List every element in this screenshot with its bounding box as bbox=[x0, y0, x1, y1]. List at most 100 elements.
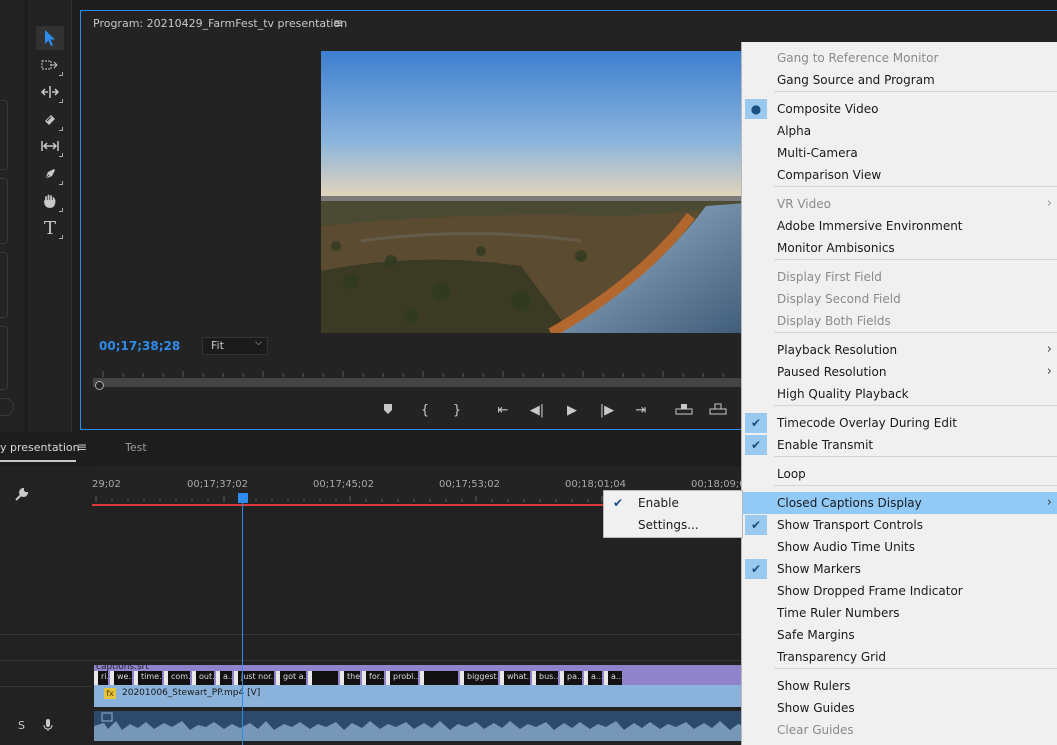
tab-test-sequence[interactable]: Test bbox=[125, 441, 147, 454]
microphone-icon[interactable] bbox=[43, 718, 53, 735]
checkmark-icon: ✔ bbox=[612, 496, 624, 510]
caption-chip[interactable]: com... bbox=[164, 671, 190, 685]
captions-track[interactable]: captions.srt ri... we... time... com... … bbox=[94, 662, 745, 685]
audio-clip[interactable] bbox=[94, 711, 745, 741]
menu-separator bbox=[774, 456, 1057, 457]
caption-chip[interactable]: ri... bbox=[94, 671, 108, 685]
ripple-edit-tool-icon[interactable] bbox=[36, 80, 64, 104]
menu-item-playback-resolution[interactable]: Playback Resolution › bbox=[742, 339, 1057, 361]
menu-item-gang-source-and-program[interactable]: Gang Source and Program bbox=[742, 69, 1057, 91]
caption-chip[interactable]: just nor... bbox=[234, 671, 274, 685]
track-divider bbox=[0, 634, 92, 635]
timeline-playhead-line[interactable] bbox=[242, 496, 243, 745]
hand-tool-icon[interactable] bbox=[36, 189, 64, 213]
type-tool-icon[interactable]: T bbox=[36, 216, 64, 240]
ruler-label: 00;18;01;04 bbox=[565, 479, 627, 490]
go-to-out-icon[interactable]: ⇥ bbox=[631, 403, 651, 418]
menu-item-label: Show Transport Controls bbox=[777, 518, 923, 532]
caption-chip[interactable]: a... bbox=[604, 671, 622, 685]
monitor-time-ruler[interactable] bbox=[93, 367, 753, 388]
track-divider bbox=[0, 660, 92, 661]
zoom-level-value: Fit bbox=[211, 339, 224, 352]
caption-chip[interactable]: bus... bbox=[532, 671, 558, 685]
caption-chip[interactable]: got a... bbox=[276, 671, 306, 685]
panel-menu-icon[interactable]: ≡ bbox=[333, 16, 343, 30]
track-select-tool-icon[interactable] bbox=[36, 53, 64, 77]
solo-button[interactable]: S bbox=[18, 719, 25, 732]
caption-chip[interactable]: a... bbox=[584, 671, 602, 685]
menu-item-label: Multi-Camera bbox=[777, 146, 858, 160]
menu-item-show-dropped-frame-indicator[interactable]: Show Dropped Frame Indicator bbox=[742, 580, 1057, 602]
video-clip[interactable]: fx 20201006_Stewart_PP.mp4 [V] bbox=[94, 685, 745, 707]
caption-chip[interactable]: pa... bbox=[560, 671, 582, 685]
menu-item-composite-video[interactable]: ● Composite Video bbox=[742, 98, 1057, 120]
left-panel-edge bbox=[0, 0, 24, 432]
razor-tool-icon[interactable] bbox=[36, 108, 64, 132]
menu-separator bbox=[774, 332, 1057, 333]
slip-tool-icon[interactable] bbox=[36, 134, 64, 158]
menu-item-enable-transmit[interactable]: ✔ Enable Transmit bbox=[742, 434, 1057, 456]
menu-item-alpha[interactable]: Alpha bbox=[742, 120, 1057, 142]
menu-item-adobe-immersive-environment[interactable]: Adobe Immersive Environment bbox=[742, 215, 1057, 237]
caption-chip[interactable] bbox=[420, 671, 458, 685]
menu-item-closed-captions-display[interactable]: Closed Captions Display › bbox=[742, 492, 1057, 514]
play-icon[interactable]: ▶ bbox=[562, 403, 582, 418]
step-back-icon[interactable]: ◀| bbox=[527, 403, 547, 418]
caption-chips: ri... we... time... com... out... a... j… bbox=[94, 671, 745, 685]
mark-in-icon[interactable]: { bbox=[415, 403, 435, 418]
zoom-level-select[interactable]: Fit ⌵ bbox=[202, 337, 268, 355]
menu-item-clear-guides: Clear Guides bbox=[742, 719, 1057, 741]
caption-chip[interactable]: biggest... bbox=[460, 671, 498, 685]
playhead-timecode[interactable]: 00;17;38;28 bbox=[99, 339, 180, 353]
step-forward-icon[interactable]: |▶ bbox=[597, 403, 617, 418]
caption-chip[interactable]: the... bbox=[340, 671, 360, 685]
selection-tool-icon[interactable] bbox=[36, 26, 64, 50]
caption-chip[interactable]: time... bbox=[134, 671, 162, 685]
wrench-icon[interactable] bbox=[14, 486, 30, 506]
timeline-playhead-handle[interactable] bbox=[238, 493, 248, 503]
menu-item-comparison-view[interactable]: Comparison View bbox=[742, 164, 1057, 186]
menu-item-safe-margins[interactable]: Safe Margins bbox=[742, 624, 1057, 646]
menu-separator bbox=[774, 259, 1057, 260]
menu-item-label: VR Video bbox=[777, 197, 831, 211]
panel-title[interactable]: Program: 20210429_FarmFest_tv presentati… bbox=[93, 17, 347, 30]
menu-item-vr-video: VR Video › bbox=[742, 193, 1057, 215]
pen-tool-icon[interactable] bbox=[36, 162, 64, 186]
add-marker-icon[interactable] bbox=[378, 403, 398, 419]
submenu-item-enable[interactable]: ✔ Enable bbox=[604, 492, 742, 514]
menu-item-show-guides[interactable]: Show Guides bbox=[742, 697, 1057, 719]
menu-item-show-markers[interactable]: ✔ Show Markers bbox=[742, 558, 1057, 580]
caption-chip[interactable]: for... bbox=[362, 671, 384, 685]
menu-item-time-ruler-numbers[interactable]: Time Ruler Numbers bbox=[742, 602, 1057, 624]
menu-item-show-rulers[interactable]: Show Rulers bbox=[742, 675, 1057, 697]
extract-icon[interactable] bbox=[708, 403, 728, 419]
menu-item-transparency-grid[interactable]: Transparency Grid bbox=[742, 646, 1057, 668]
menu-item-display-second-field: Display Second Field bbox=[742, 288, 1057, 310]
menu-item-loop[interactable]: Loop bbox=[742, 463, 1057, 485]
menu-separator bbox=[774, 186, 1057, 187]
submenu-item-settings[interactable]: Settings... bbox=[604, 514, 742, 536]
menu-item-show-transport-controls[interactable]: ✔ Show Transport Controls bbox=[742, 514, 1057, 536]
menu-item-paused-resolution[interactable]: Paused Resolution › bbox=[742, 361, 1057, 383]
menu-item-timecode-overlay-during-edit[interactable]: ✔ Timecode Overlay During Edit bbox=[742, 412, 1057, 434]
caption-chip[interactable]: probl... bbox=[386, 671, 418, 685]
caption-chip[interactable]: a... bbox=[216, 671, 232, 685]
monitor-playhead-handle[interactable] bbox=[95, 381, 104, 390]
mark-out-icon[interactable]: } bbox=[447, 403, 467, 418]
menu-item-high-quality-playback[interactable]: High Quality Playback bbox=[742, 383, 1057, 405]
tab-menu-icon[interactable]: ≡ bbox=[77, 440, 87, 454]
menu-item-show-audio-time-units[interactable]: Show Audio Time Units bbox=[742, 536, 1057, 558]
caption-chip[interactable] bbox=[308, 671, 338, 685]
caption-chip[interactable]: we... bbox=[110, 671, 132, 685]
track-divider bbox=[92, 660, 745, 661]
ruler-label: 00;17;37;02 bbox=[187, 479, 249, 490]
menu-item-label: Playback Resolution bbox=[777, 343, 898, 357]
caption-chip[interactable]: out... bbox=[192, 671, 214, 685]
lift-icon[interactable] bbox=[674, 403, 694, 419]
toggle-button[interactable] bbox=[0, 398, 14, 416]
menu-item-multi-camera[interactable]: Multi-Camera bbox=[742, 142, 1057, 164]
tab-presentation-sequence[interactable]: y presentation bbox=[0, 441, 80, 454]
menu-item-monitor-ambisonics[interactable]: Monitor Ambisonics bbox=[742, 237, 1057, 259]
go-to-in-icon[interactable]: ⇤ bbox=[493, 403, 513, 418]
caption-chip[interactable]: what... bbox=[500, 671, 530, 685]
